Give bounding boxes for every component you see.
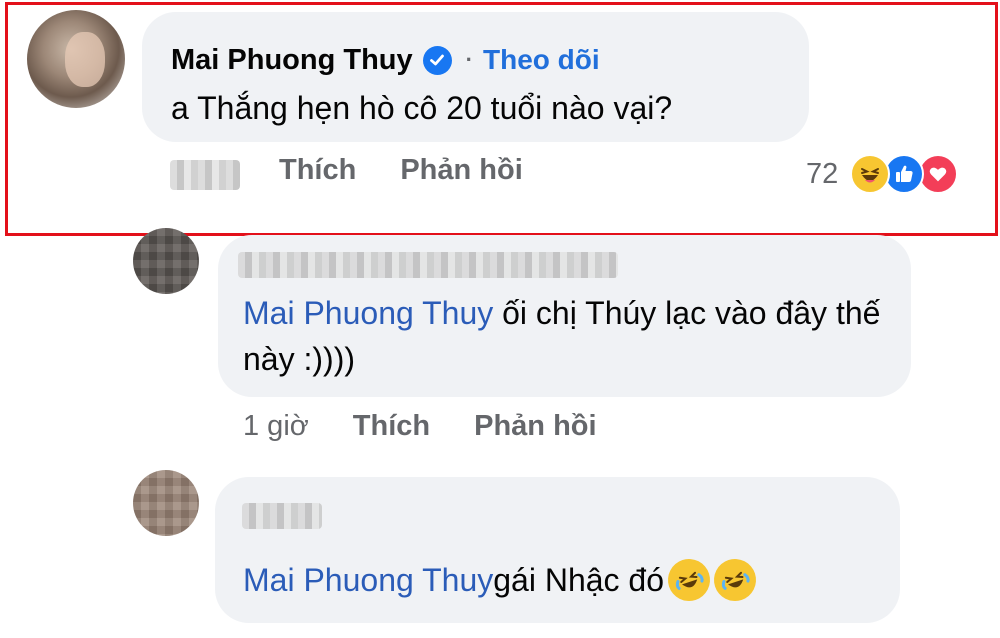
rofl-emoji-icon bbox=[708, 553, 762, 607]
author-avatar[interactable] bbox=[27, 10, 125, 108]
separator-dot: · bbox=[465, 47, 473, 72]
comment-actions: Thích Phản hồi bbox=[279, 154, 523, 187]
mention-link[interactable]: Mai Phuong Thuy bbox=[243, 557, 493, 603]
follow-button[interactable]: Theo dõi bbox=[483, 44, 600, 76]
comment-text: a Thắng hẹn hò cô 20 tuổi nào vại? bbox=[171, 90, 673, 126]
reply-avatar[interactable] bbox=[133, 228, 199, 294]
mention-link[interactable]: Mai Phuong Thuy bbox=[243, 295, 493, 331]
reaction-count: 72 bbox=[806, 157, 839, 190]
blurred-reply-author[interactable] bbox=[238, 252, 618, 278]
haha-icon bbox=[850, 154, 891, 194]
reply-button[interactable]: Phản hồi bbox=[474, 410, 596, 443]
author-name[interactable]: Mai Phuong Thuy bbox=[171, 44, 413, 77]
reply-body: gái Nhậc đó bbox=[493, 562, 665, 598]
reply-timestamp[interactable]: 1 giờ bbox=[243, 410, 309, 443]
reply-text: Mai Phuong Thuy gái Nhậc đó bbox=[243, 553, 762, 607]
reply-actions: 1 giờ Thích Phản hồi bbox=[243, 410, 597, 443]
verified-badge-icon bbox=[422, 45, 452, 75]
like-icon bbox=[884, 154, 925, 194]
blurred-timestamp bbox=[170, 160, 240, 190]
like-button[interactable]: Thích bbox=[279, 154, 356, 187]
love-icon bbox=[918, 154, 959, 194]
reaction-summary[interactable]: 72 bbox=[806, 154, 959, 194]
blurred-reply-author[interactable] bbox=[242, 503, 322, 529]
reply-avatar[interactable] bbox=[133, 470, 199, 536]
reply-button[interactable]: Phản hồi bbox=[400, 154, 522, 187]
rofl-emoji-icon bbox=[662, 553, 716, 607]
reply-text: Mai Phuong Thuy ối chị Thúy lạc vào đây … bbox=[243, 290, 893, 382]
comment-header: Mai Phuong Thuy · Theo dõi bbox=[171, 40, 600, 80]
like-button[interactable]: Thích bbox=[353, 410, 430, 443]
